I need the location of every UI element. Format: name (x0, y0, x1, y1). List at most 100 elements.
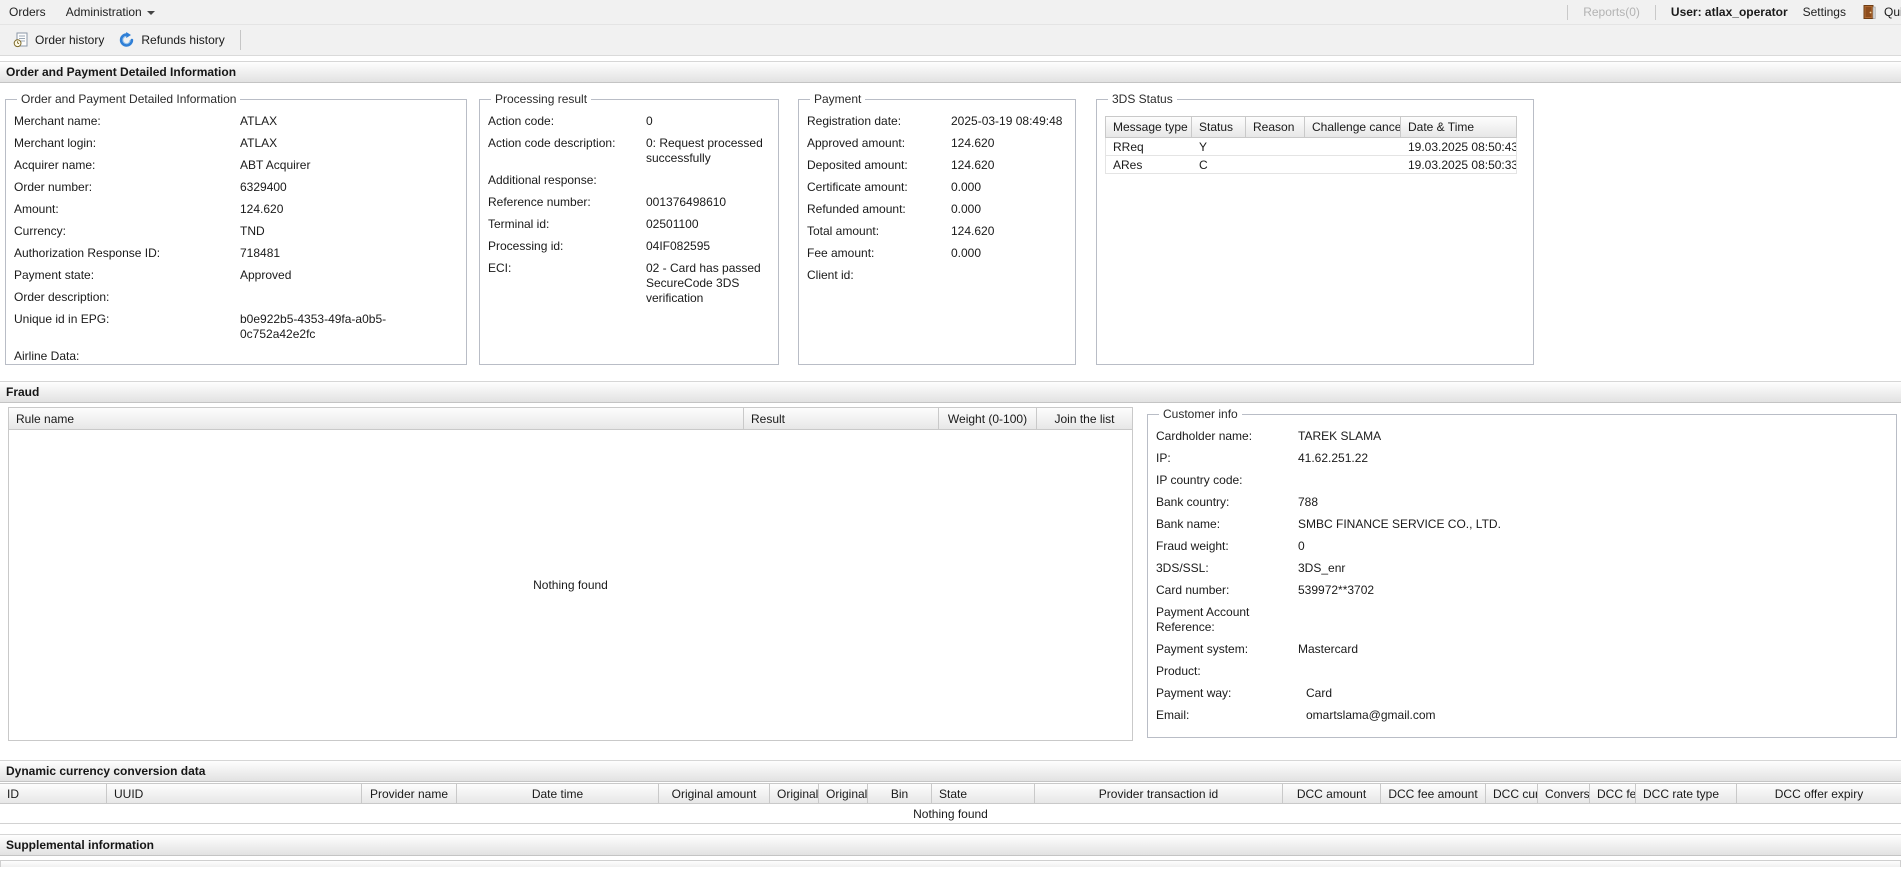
field-label: Payment way: (1156, 686, 1298, 701)
cell-status: Y (1192, 140, 1246, 154)
field-row: 3DS/SSL:3DS_enr (1156, 561, 1888, 576)
col-header-date-time[interactable]: Date & Time (1401, 117, 1516, 137)
toolbar: Order history Refunds history (0, 25, 1901, 56)
field-value (1298, 605, 1888, 635)
field-row: Payment state:Approved (14, 268, 458, 283)
col-header-id[interactable]: ID (0, 784, 107, 803)
settings-button[interactable]: Settings (1803, 5, 1846, 19)
field-label: Certificate amount: (807, 180, 951, 195)
field-row: Reference number:001376498610 (488, 195, 770, 210)
field-row: Registration date:2025-03-19 08:49:48 (807, 114, 1067, 129)
order-info-legend: Order and Payment Detailed Information (17, 92, 240, 106)
field-value: TAREK SLAMA (1298, 429, 1888, 444)
field-label: Bank name: (1156, 517, 1298, 532)
col-header-message-type[interactable]: Message type (1106, 117, 1192, 137)
field-label: Currency: (14, 224, 240, 239)
field-label: Payment Account Reference: (1156, 605, 1298, 635)
col-header-original-currency[interactable]: Original ( (819, 784, 868, 803)
field-value: 124.620 (951, 136, 1067, 151)
field-value (240, 290, 458, 305)
field-label: Payment system: (1156, 642, 1298, 657)
empty-placeholder: Nothing found (913, 807, 988, 821)
field-value: 539972**3702 (1298, 583, 1888, 598)
field-label: ECI: (488, 261, 646, 306)
order-history-button[interactable]: Order history (6, 29, 111, 51)
field-value: 124.620 (951, 158, 1067, 173)
menu-item-label: Administration (66, 5, 142, 19)
cell-date-time: 19.03.2025 08:50:43 (1401, 140, 1516, 154)
col-header-status[interactable]: Status (1192, 117, 1246, 137)
field-value: b0e922b5-4353-49fa-a0b5-0c752a42e2fc (240, 312, 458, 342)
field-label: 3DS/SSL: (1156, 561, 1298, 576)
fraud-section: Rule name Result Weight (0-100) Join the… (0, 403, 1901, 741)
field-value: ABT Acquirer (240, 158, 458, 173)
field-row: Additional response: (488, 173, 770, 188)
col-header-rule-name[interactable]: Rule name (9, 408, 744, 429)
refunds-history-button[interactable]: Refunds history (111, 29, 231, 51)
col-header-challenge-cancel[interactable]: Challenge cancel (1305, 117, 1401, 137)
field-value: 02 - Card has passed SecureCode 3DS veri… (646, 261, 770, 306)
fraud-table-header: Rule name Result Weight (0-100) Join the… (8, 407, 1133, 430)
field-label: Payment state: (14, 268, 240, 283)
field-row: Merchant login:ATLAX (14, 136, 458, 151)
fraud-section-title: Fraud (0, 381, 1901, 403)
tds-table-row[interactable]: ARes C 19.03.2025 08:50:33 (1105, 156, 1517, 174)
col-header-reason[interactable]: Reason (1246, 117, 1305, 137)
field-label: Client id: (807, 268, 951, 283)
field-row: ECI:02 - Card has passed SecureCode 3DS … (488, 261, 770, 306)
tds-table-row[interactable]: RReq Y 19.03.2025 08:50:43 (1105, 138, 1517, 156)
field-row: Cardholder name:TAREK SLAMA (1156, 429, 1888, 444)
col-header-weight[interactable]: Weight (0-100) (939, 408, 1037, 429)
col-header-result[interactable]: Result (744, 408, 939, 429)
order-history-label: Order history (35, 33, 104, 47)
col-header-dcc-amount[interactable]: DCC amount (1283, 784, 1381, 803)
field-row: Card number:539972**3702 (1156, 583, 1888, 598)
field-value: 718481 (240, 246, 458, 261)
tds-status-table: Message type Status Reason Challenge can… (1105, 116, 1517, 174)
fraud-table: Rule name Result Weight (0-100) Join the… (8, 407, 1133, 741)
menu-right: Reports(0) User: atlax_operator Settings… (1567, 4, 1901, 20)
col-header-original-fee[interactable]: Original f (770, 784, 819, 803)
processing-result-legend: Processing result (491, 92, 591, 106)
field-row: Deposited amount:124.620 (807, 158, 1067, 173)
order-info-fieldset: Order and Payment Detailed Information M… (5, 92, 467, 365)
col-header-original-amount[interactable]: Original amount (659, 784, 770, 803)
col-header-provider-name[interactable]: Provider name (362, 784, 457, 803)
dcc-table-header: ID UUID Provider name Date time Original… (0, 783, 1901, 804)
field-value: 0 (646, 114, 770, 129)
chevron-down-icon (147, 11, 155, 15)
supplemental-table-header-partial (0, 860, 1901, 867)
col-header-dcc-fee[interactable]: DCC fee (1590, 784, 1636, 803)
cell-status: C (1192, 158, 1246, 172)
menu-item-administration[interactable]: Administration (66, 5, 155, 19)
col-header-dcc-rate-type[interactable]: DCC rate type (1636, 784, 1737, 803)
tds-table-header: Message type Status Reason Challenge can… (1105, 116, 1517, 138)
col-header-join-the-list[interactable]: Join the list (1037, 408, 1132, 429)
field-label: Processing id: (488, 239, 646, 254)
field-row: Order description: (14, 290, 458, 305)
col-header-dcc-currency[interactable]: DCC curr (1486, 784, 1538, 803)
col-header-dcc-offer-expiry[interactable]: DCC offer expiry (1737, 784, 1901, 803)
field-row: Payment system:Mastercard (1156, 642, 1888, 657)
field-value: Approved (240, 268, 458, 283)
field-label: Cardholder name: (1156, 429, 1298, 444)
menu-left: Orders Administration (9, 5, 155, 19)
col-header-date-time[interactable]: Date time (457, 784, 659, 803)
reports-button[interactable]: Reports(0) (1583, 5, 1640, 19)
col-header-conversion-rate[interactable]: Conversi (1538, 784, 1590, 803)
field-value (951, 268, 1067, 283)
col-header-state[interactable]: State (932, 784, 1035, 803)
col-header-uuid[interactable]: UUID (107, 784, 362, 803)
field-label: Reference number: (488, 195, 646, 210)
quit-button[interactable]: Quit (1861, 4, 1901, 20)
col-header-provider-transaction-id[interactable]: Provider transaction id (1035, 784, 1283, 803)
field-label: Fee amount: (807, 246, 951, 261)
col-header-bin[interactable]: Bin (868, 784, 932, 803)
col-header-dcc-fee-amount[interactable]: DCC fee amount (1381, 784, 1486, 803)
menu-item-orders[interactable]: Orders (9, 5, 46, 19)
field-row: IP country code: (1156, 473, 1888, 488)
field-label: Fraud weight: (1156, 539, 1298, 554)
field-label: Email: (1156, 708, 1298, 723)
field-value: 0: Request processed successfully (646, 136, 770, 166)
field-label: Action code description: (488, 136, 646, 166)
